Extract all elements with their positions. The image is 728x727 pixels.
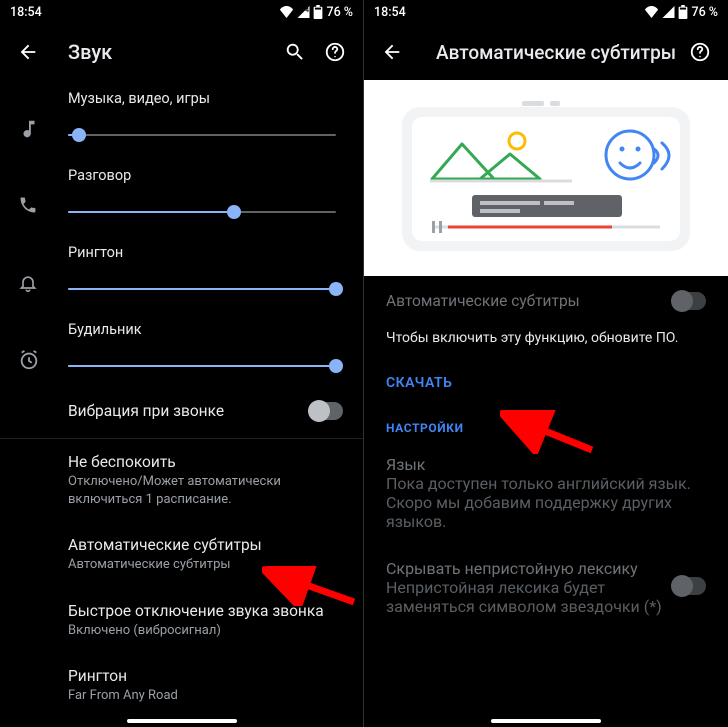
alarm-volume-slider[interactable]: [68, 354, 336, 378]
list-item-label: Автоматические субтитры: [68, 536, 343, 554]
status-time: 18:54: [10, 5, 42, 20]
list-item-sublabel: Автоматические субтитры: [68, 556, 343, 574]
search-button[interactable]: [275, 32, 315, 72]
language-item: Язык Пока доступен только английский язы…: [364, 441, 728, 545]
captions-illustration-icon: [402, 99, 690, 257]
quick-mute-item[interactable]: Быстрое отключение звука звонка Включено…: [0, 588, 363, 654]
auto-captions-toggle-row: Автоматические субтитры: [364, 276, 728, 326]
list-item-sublabel: Far From Any Road: [68, 687, 343, 705]
phone-icon: [18, 195, 42, 219]
list-item-sublabel: Включено (вибросигнал): [68, 622, 343, 640]
battery-icon: [313, 5, 323, 19]
page-title: Звук: [48, 40, 275, 64]
bell-icon: [18, 272, 42, 296]
call-volume-label: Разговор: [68, 167, 343, 184]
media-volume-label: Музыка, видео, игры: [68, 90, 343, 107]
alarm-volume-label: Будильник: [68, 321, 343, 338]
sound-settings-screen: 18:54 4 76 % Звук Музыка, видео, игры: [0, 0, 364, 727]
nav-bar-handle[interactable]: [127, 719, 237, 723]
list-item-sublabel: Пока доступен только английский язык. Ск…: [386, 474, 706, 531]
battery-icon: [678, 5, 688, 19]
back-button[interactable]: [372, 32, 412, 72]
status-bar: 18:54 4 76 %: [0, 0, 363, 24]
status-time: 18:54: [374, 5, 406, 20]
media-volume-group: Музыка, видео, игры: [68, 90, 343, 157]
list-item-label: Язык: [386, 455, 706, 474]
auto-captions-screen: 18:54 76 % Автоматические субтитры: [364, 0, 728, 727]
help-button[interactable]: [680, 32, 720, 72]
sound-sliders: Музыка, видео, игры Разговор Рингтон: [0, 90, 363, 388]
arrow-back-icon: [381, 41, 403, 63]
nav-bar-handle[interactable]: [491, 719, 601, 723]
vibrate-on-ring-row[interactable]: Вибрация при звонке: [0, 388, 363, 434]
do-not-disturb-item[interactable]: Не беспокоить Отключено/Может автоматиче…: [0, 439, 363, 522]
status-battery-pct: 76 %: [326, 5, 353, 20]
app-bar: Звук: [0, 24, 363, 80]
list-item-sublabel: Непристойная лексика будет заменяться си…: [386, 578, 662, 616]
update-required-message: Чтобы включить эту функцию, обновите ПО.: [364, 326, 728, 360]
list-item-sublabel: Отключено/Может автоматически включиться…: [68, 473, 343, 508]
download-button[interactable]: СКАЧАТЬ: [364, 360, 728, 403]
status-battery-pct: 76 %: [691, 5, 718, 20]
list-item-label: Не беспокоить: [68, 453, 343, 471]
download-button-label: СКАЧАТЬ: [386, 375, 452, 391]
auto-captions-toggle-label: Автоматические субтитры: [386, 292, 672, 310]
arrow-back-icon: [17, 41, 39, 63]
help-button[interactable]: [315, 32, 355, 72]
hide-profanity-switch: [672, 577, 706, 595]
ring-volume-group: Рингтон: [68, 244, 343, 311]
hide-profanity-item: Скрывать непристойную лексику Непристойн…: [364, 545, 728, 630]
search-icon: [284, 41, 306, 63]
signal-icon: [662, 6, 675, 18]
help-icon: [324, 41, 346, 63]
app-bar: Автоматические субтитры: [364, 24, 728, 80]
wifi-icon: [279, 6, 294, 18]
alarm-clock-icon: [18, 349, 42, 373]
status-bar: 18:54 76 %: [364, 0, 728, 24]
auto-captions-switch: [672, 292, 706, 310]
vibrate-on-ring-label: Вибрация при звонке: [68, 402, 309, 420]
feature-illustration: [364, 80, 728, 276]
ring-volume-slider[interactable]: [68, 277, 336, 301]
status-right: 4 76 %: [279, 5, 353, 20]
vibrate-on-ring-switch[interactable]: [309, 402, 343, 420]
svg-text:4: 4: [306, 6, 310, 14]
page-title: Автоматические субтитры: [412, 41, 680, 64]
call-volume-group: Разговор: [68, 167, 343, 234]
auto-captions-item[interactable]: Автоматические субтитры Автоматические с…: [0, 522, 363, 588]
ringtone-item[interactable]: Рингтон Far From Any Road: [0, 653, 363, 727]
list-item-label: Быстрое отключение звука звонка: [68, 602, 343, 620]
list-item-label: Скрывать непристойную лексику: [386, 559, 662, 578]
help-icon: [689, 41, 711, 63]
back-button[interactable]: [8, 32, 48, 72]
status-right: 76 %: [644, 5, 718, 20]
media-volume-slider[interactable]: [68, 123, 336, 147]
wifi-icon: [644, 6, 659, 18]
music-note-icon: [18, 118, 42, 142]
call-volume-slider[interactable]: [68, 200, 336, 224]
alarm-volume-group: Будильник: [68, 321, 343, 388]
signal-icon: 4: [297, 6, 310, 18]
ring-volume-label: Рингтон: [68, 244, 343, 261]
settings-section-header: НАСТРОЙКИ: [364, 403, 728, 441]
list-item-label: Рингтон: [68, 667, 343, 685]
